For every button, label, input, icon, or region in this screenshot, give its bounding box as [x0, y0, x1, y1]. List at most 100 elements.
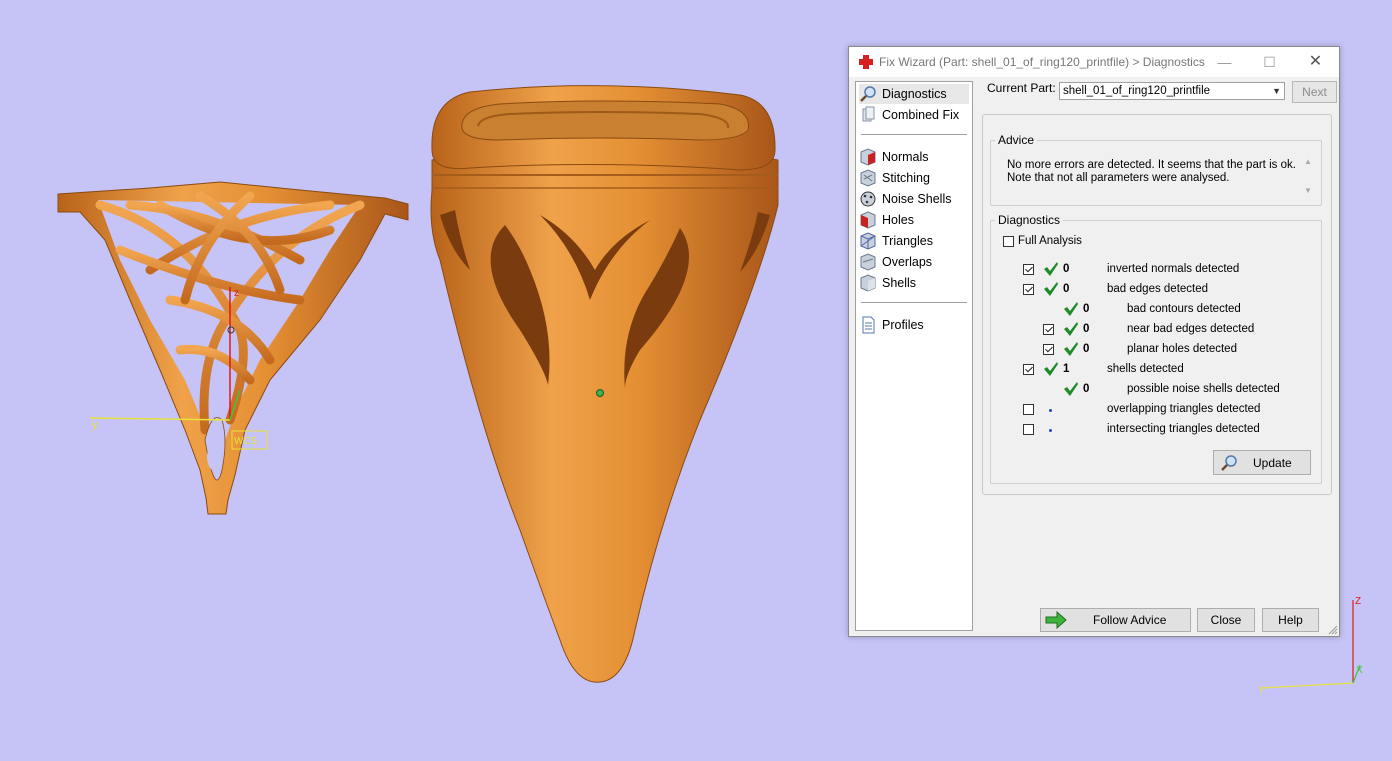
nav-item-label: Diagnostics	[882, 87, 947, 101]
advice-scrollbar[interactable]: ▲ ▼	[1301, 157, 1315, 203]
diagnostic-checkbox[interactable]	[1023, 264, 1034, 275]
nav-item-label: Holes	[882, 213, 914, 227]
normals-icon	[860, 148, 876, 166]
chevron-down-icon: ▼	[1272, 86, 1281, 96]
diagnostic-checkbox[interactable]	[1023, 424, 1034, 435]
scroll-down-icon[interactable]: ▼	[1301, 186, 1315, 195]
diagnostic-label: overlapping triangles detected	[1107, 403, 1261, 415]
diagnostic-count: 0	[1083, 383, 1090, 395]
shells-icon	[860, 274, 876, 292]
combined-fix-icon	[862, 106, 875, 122]
green-checkmark-icon	[1064, 342, 1078, 356]
nav-item-noise-shells[interactable]: Noise Shells	[859, 189, 969, 209]
help-button[interactable]: Help	[1262, 608, 1319, 632]
fix-wizard-dialog: Fix Wizard (Part: shell_01_of_ring120_pr…	[848, 46, 1340, 637]
full-analysis-checkbox[interactable]	[1003, 235, 1014, 247]
green-checkmark-icon	[1044, 262, 1058, 276]
green-checkmark-icon	[1044, 282, 1058, 296]
triangles-icon	[860, 232, 876, 250]
nav-item-label: Noise Shells	[882, 192, 952, 206]
diagnostic-count: 0	[1083, 303, 1090, 315]
dialog-titlebar[interactable]: Fix Wizard (Part: shell_01_of_ring120_pr…	[849, 47, 1339, 77]
diagnostic-count: 0	[1083, 343, 1090, 355]
left-ring-model[interactable]	[57, 181, 409, 515]
diagnostic-checkbox[interactable]	[1023, 364, 1034, 375]
advice-legend: Advice	[998, 133, 1035, 147]
left-axis-z-label: z	[234, 288, 239, 299]
diagnostic-label: inverted normals detected	[1107, 263, 1240, 275]
nav-item-stitching[interactable]: Stitching	[859, 168, 969, 188]
green-checkmark-icon	[1064, 302, 1078, 316]
diagnostic-label: bad contours detected	[1127, 303, 1241, 315]
nav-separator	[861, 302, 967, 303]
diagnostic-checkbox[interactable]	[1043, 324, 1054, 335]
diagnostic-label: planar holes detected	[1127, 343, 1237, 355]
diagnostic-label: bad edges detected	[1107, 283, 1209, 295]
holes-icon	[860, 211, 876, 229]
dialog-title: Fix Wizard (Part: shell_01_of_ring120_pr…	[879, 55, 1205, 69]
corner-axis-x-label: X	[1356, 665, 1363, 676]
green-arrow-icon	[1045, 611, 1067, 629]
diagnostic-label: intersecting triangles detected	[1107, 423, 1260, 435]
close-button[interactable]: Close	[1197, 608, 1255, 632]
nav-item-profiles[interactable]: Profiles	[859, 315, 969, 335]
diagnostic-label: possible noise shells detected	[1127, 383, 1280, 395]
nav-item-shells[interactable]: Shells	[859, 273, 969, 293]
overlaps-icon	[860, 253, 876, 271]
stitching-icon	[860, 169, 876, 187]
close-window-button[interactable]: ✕	[1293, 47, 1338, 77]
diagnostic-checkbox[interactable]	[1023, 284, 1034, 295]
left-axis-y-label: y	[92, 419, 98, 431]
green-checkmark-icon	[1064, 382, 1078, 396]
nav-item-overlaps[interactable]: Overlaps	[859, 252, 969, 272]
diagnostic-checkbox[interactable]	[1023, 404, 1034, 415]
corner-axis-z-label: Z	[1355, 596, 1361, 607]
magnifier-icon	[860, 86, 876, 102]
advice-line-1: No more errors are detected. It seems th…	[1007, 159, 1296, 171]
minimize-button[interactable]: —	[1202, 47, 1247, 77]
follow-advice-label: Follow Advice	[1093, 613, 1167, 627]
next-button[interactable]: Next	[1292, 81, 1337, 103]
advice-line-2: Note that not all parameters were analys…	[1007, 172, 1230, 184]
corner-axis-y-label: Y	[1258, 685, 1265, 696]
current-part-value: shell_01_of_ring120_printfile	[1063, 85, 1211, 97]
magnifier-icon	[1221, 454, 1237, 471]
nav-item-diagnostics[interactable]: Diagnostics	[859, 84, 969, 104]
nav-item-normals[interactable]: Normals	[859, 147, 969, 167]
nav-item-holes[interactable]: Holes	[859, 210, 969, 230]
nav-item-label: Profiles	[882, 318, 924, 332]
update-button[interactable]: Update	[1213, 450, 1311, 475]
nav-item-label: Combined Fix	[882, 108, 960, 122]
diagnostic-count: 0	[1063, 263, 1070, 275]
nav-item-label: Triangles	[882, 234, 933, 248]
red-cross-app-icon	[859, 55, 873, 69]
wizard-nav: Diagnostics Combined Fix Normals Stitchi…	[855, 81, 973, 631]
diagnostic-label: shells detected	[1107, 363, 1184, 375]
green-checkmark-icon	[1044, 362, 1058, 376]
maximize-button[interactable]: ☐	[1247, 47, 1292, 77]
wcs-label: WCS	[234, 436, 258, 447]
nav-item-label: Stitching	[882, 171, 930, 185]
scroll-up-icon[interactable]: ▲	[1301, 157, 1315, 166]
full-analysis-option[interactable]: Full Analysis	[1003, 231, 1082, 251]
right-ring-model[interactable]	[430, 85, 779, 683]
follow-advice-button[interactable]: Follow Advice	[1040, 608, 1191, 632]
nav-item-label: Normals	[882, 150, 929, 164]
advice-group: Advice No more errors are detected. It s…	[990, 133, 1322, 206]
nav-item-label: Overlaps	[882, 255, 933, 269]
full-analysis-label: Full Analysis	[1018, 235, 1082, 247]
current-part-dropdown[interactable]: shell_01_of_ring120_printfile ▼	[1059, 82, 1285, 100]
pending-dot-icon	[1049, 409, 1052, 412]
current-part-label: Current Part:	[987, 81, 1056, 95]
diagnostic-checkbox[interactable]	[1043, 344, 1054, 355]
nav-item-label: Shells	[882, 276, 917, 290]
advice-text: No more errors are detected. It seems th…	[1007, 159, 1315, 207]
diagnostic-count: 1	[1063, 363, 1070, 375]
resize-grip-icon[interactable]	[1328, 625, 1338, 635]
update-label: Update	[1253, 455, 1292, 470]
profiles-icon	[862, 316, 875, 334]
nav-item-combined-fix[interactable]: Combined Fix	[859, 105, 969, 125]
nav-separator	[861, 134, 967, 135]
diagnostic-count: 0	[1083, 323, 1090, 335]
nav-item-triangles[interactable]: Triangles	[859, 231, 969, 251]
